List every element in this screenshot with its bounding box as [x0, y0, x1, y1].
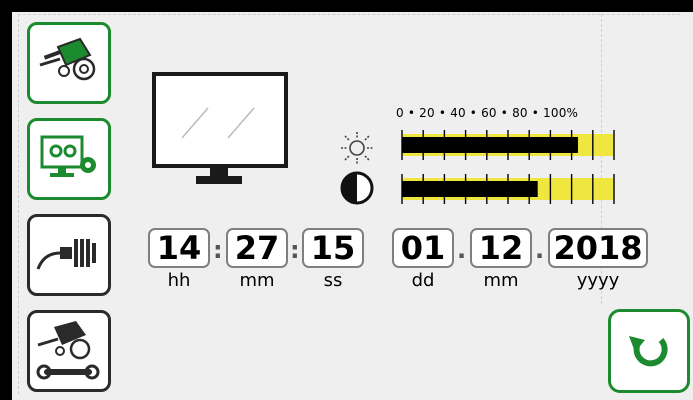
time-separator: : — [213, 236, 223, 264]
month-unit: mm — [483, 270, 519, 291]
level-bars — [401, 130, 615, 204]
day-field[interactable]: 01 — [392, 228, 454, 268]
time-separator: : — [290, 236, 300, 264]
month-field[interactable]: 12 — [470, 228, 532, 268]
divider — [18, 14, 680, 15]
year-unit: yyyy — [576, 270, 620, 291]
cable-plug-icon — [36, 239, 96, 270]
sidebar-item-baler-service[interactable] — [27, 310, 111, 392]
contrast-slider[interactable] — [401, 174, 615, 204]
sidebar-item-baler[interactable] — [27, 22, 111, 104]
day-unit: dd — [411, 270, 435, 291]
brightness-slider[interactable] — [401, 130, 615, 160]
date-separator: . — [535, 236, 545, 264]
year-field[interactable]: 2018 — [548, 228, 648, 268]
date-separator: . — [457, 236, 467, 264]
reset-icon — [629, 336, 668, 367]
contrast-icon — [340, 171, 374, 205]
baler-icon — [39, 37, 96, 81]
sidebar-item-cable[interactable] — [27, 214, 111, 296]
contrast-bar-fill — [402, 181, 538, 197]
baler-service-icon — [36, 321, 100, 380]
brightness-bar-fill — [402, 137, 578, 153]
display-settings-icon — [40, 135, 96, 177]
minutes-unit: mm — [239, 270, 275, 291]
hours-field[interactable]: 14 — [148, 228, 210, 268]
level-scale-label: 0 • 20 • 40 • 60 • 80 • 100% — [396, 106, 579, 120]
sun-icon — [341, 132, 373, 164]
hours-unit: hh — [167, 270, 191, 291]
seconds-field[interactable]: 15 — [302, 228, 364, 268]
sidebar-item-display-settings[interactable] — [27, 118, 111, 200]
reset-button[interactable] — [608, 309, 690, 393]
seconds-unit: ss — [323, 270, 343, 291]
monitor-icon — [152, 72, 288, 184]
divider — [18, 14, 19, 394]
minutes-field[interactable]: 27 — [226, 228, 288, 268]
